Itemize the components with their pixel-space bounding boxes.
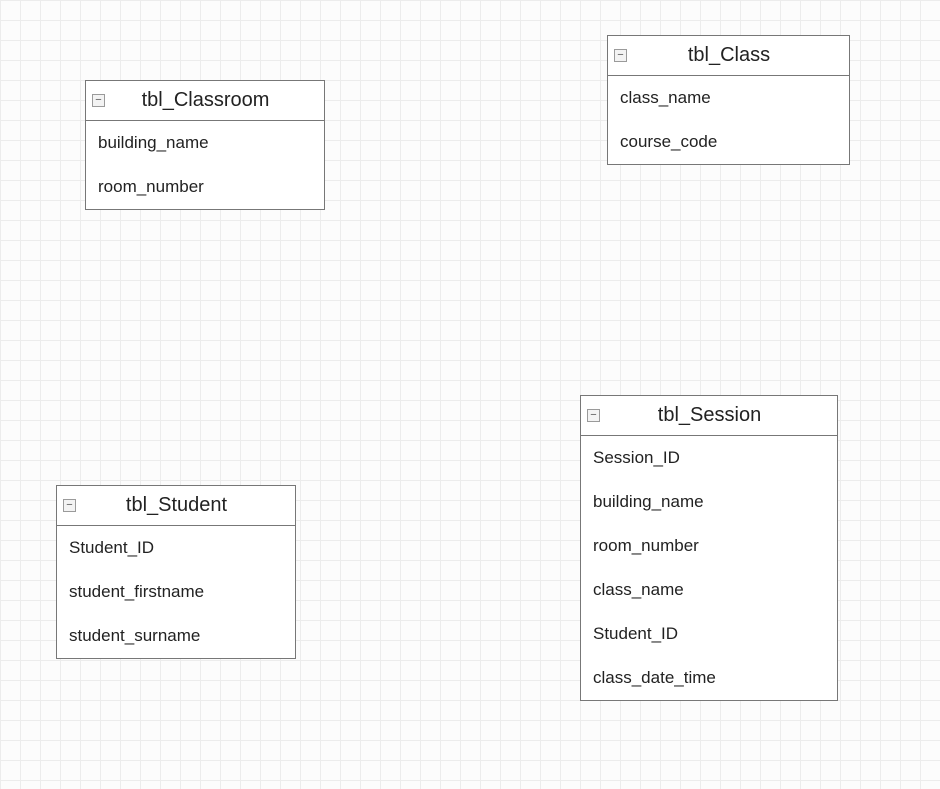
field-item[interactable]: student_firstname: [57, 570, 295, 614]
entity-title: tbl_Classroom: [109, 89, 316, 112]
collapse-icon[interactable]: −: [614, 49, 627, 62]
field-item[interactable]: class_name: [608, 76, 849, 120]
entity-header: − tbl_Session: [581, 396, 837, 436]
collapse-icon[interactable]: −: [92, 94, 105, 107]
field-item[interactable]: building_name: [86, 121, 324, 165]
field-item[interactable]: building_name: [581, 480, 837, 524]
field-item[interactable]: Session_ID: [581, 436, 837, 480]
entity-fields: class_name course_code: [608, 76, 849, 164]
collapse-icon[interactable]: −: [63, 499, 76, 512]
field-item[interactable]: class_date_time: [581, 656, 837, 700]
entity-session[interactable]: − tbl_Session Session_ID building_name r…: [580, 395, 838, 701]
field-item[interactable]: course_code: [608, 120, 849, 164]
entity-header: − tbl_Classroom: [86, 81, 324, 121]
entity-fields: Student_ID student_firstname student_sur…: [57, 526, 295, 658]
field-item[interactable]: Student_ID: [581, 612, 837, 656]
entity-student[interactable]: − tbl_Student Student_ID student_firstna…: [56, 485, 296, 659]
collapse-icon[interactable]: −: [587, 409, 600, 422]
field-item[interactable]: class_name: [581, 568, 837, 612]
entity-classroom[interactable]: − tbl_Classroom building_name room_numbe…: [85, 80, 325, 210]
entity-title: tbl_Student: [80, 494, 287, 517]
field-item[interactable]: room_number: [581, 524, 837, 568]
field-item[interactable]: Student_ID: [57, 526, 295, 570]
entity-title: tbl_Class: [631, 44, 841, 67]
entity-fields: building_name room_number: [86, 121, 324, 209]
entity-fields: Session_ID building_name room_number cla…: [581, 436, 837, 700]
entity-header: − tbl_Student: [57, 486, 295, 526]
entity-title: tbl_Session: [604, 404, 829, 427]
field-item[interactable]: student_surname: [57, 614, 295, 658]
field-item[interactable]: room_number: [86, 165, 324, 209]
entity-header: − tbl_Class: [608, 36, 849, 76]
entity-class[interactable]: − tbl_Class class_name course_code: [607, 35, 850, 165]
